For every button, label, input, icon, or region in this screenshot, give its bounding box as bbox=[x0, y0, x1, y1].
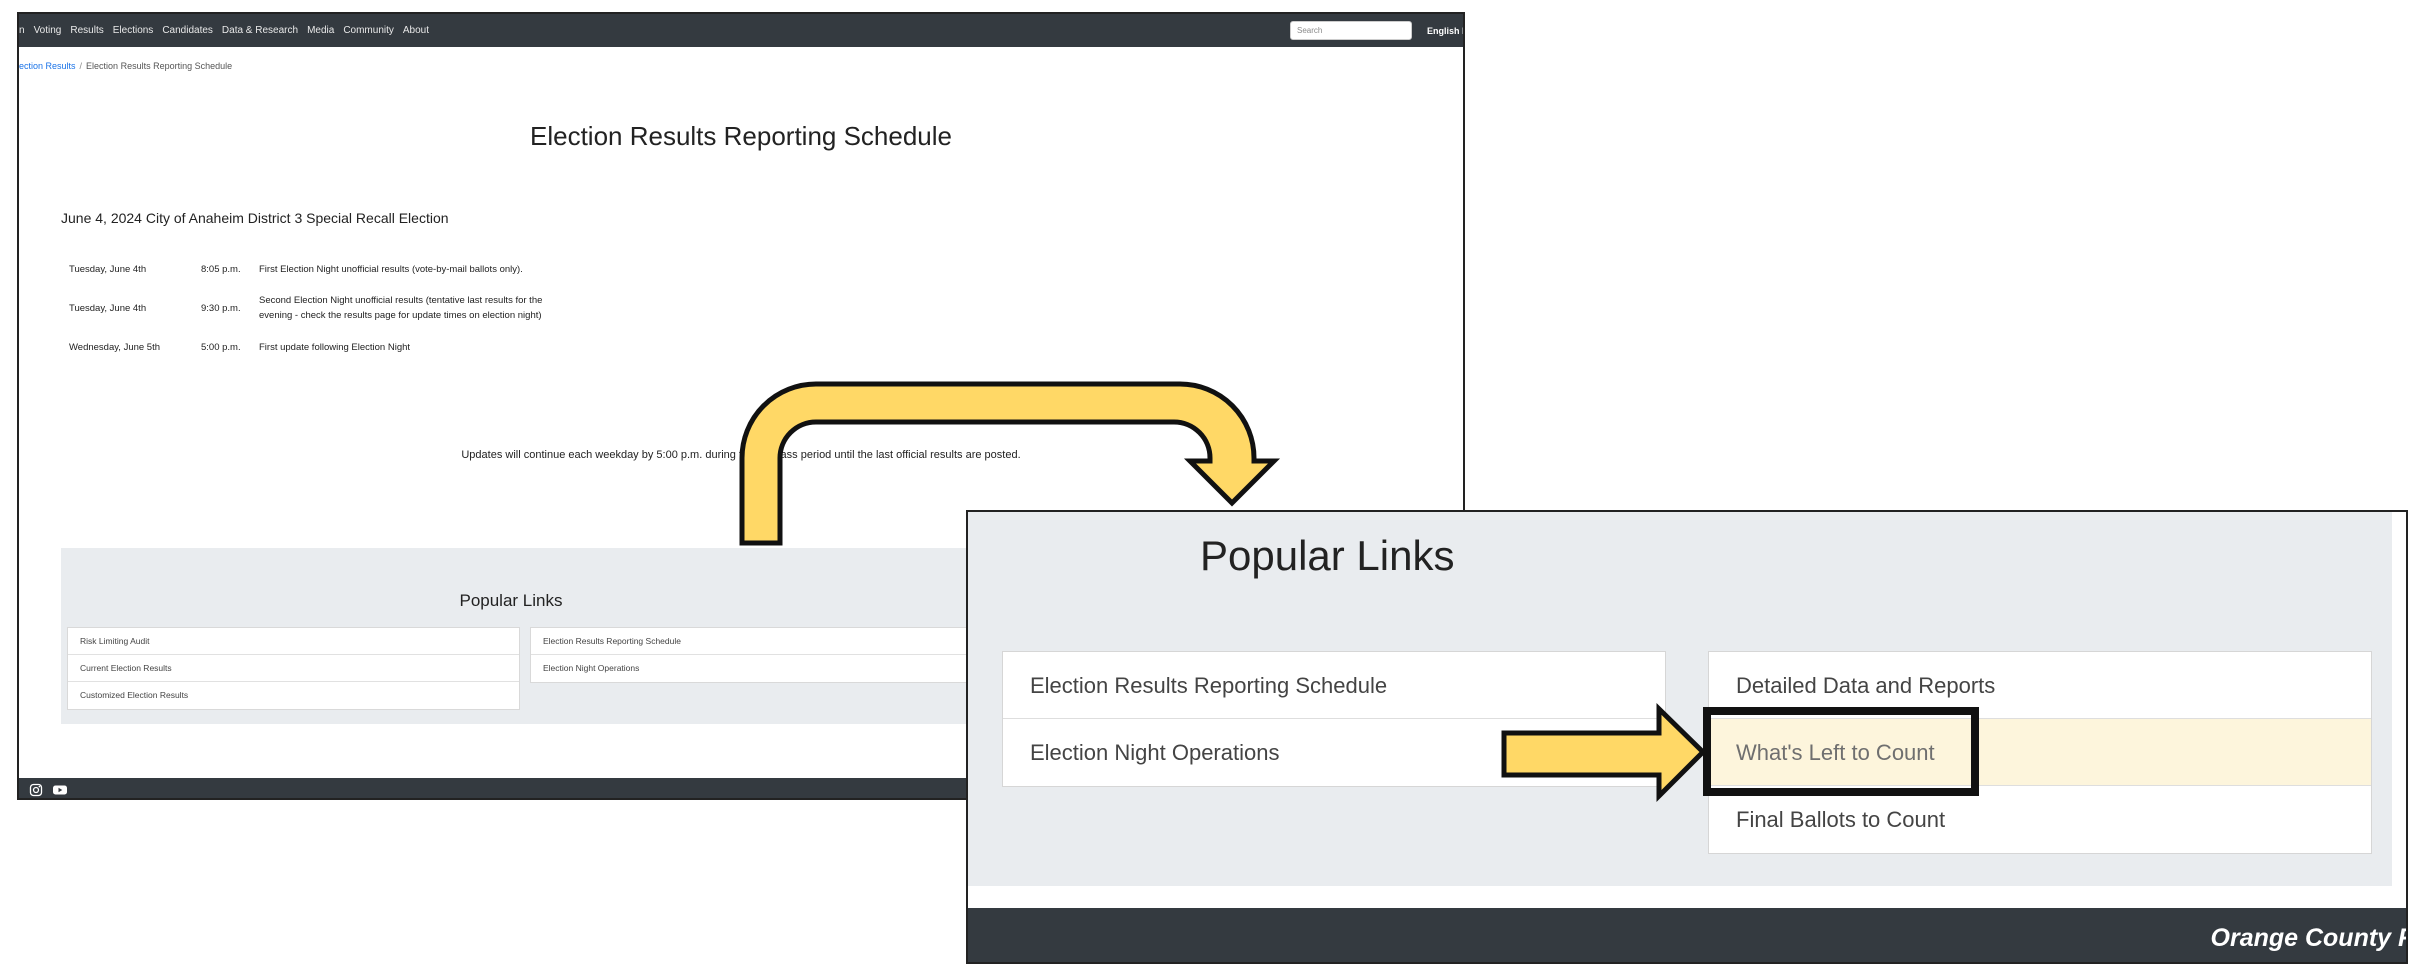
schedule-day: Tuesday, June 4th bbox=[69, 264, 147, 275]
breadcrumb-current: Election Results Reporting Schedule bbox=[86, 61, 233, 71]
youtube-icon[interactable] bbox=[52, 783, 68, 797]
breadcrumb-separator: / bbox=[79, 61, 83, 71]
popular-links-title: Popular Links bbox=[459, 591, 563, 610]
updates-note: Updates will continue each weekday by 5:… bbox=[461, 449, 1021, 461]
schedule-day: Tuesday, June 4th bbox=[69, 303, 147, 314]
schedule-time: 9:30 p.m. bbox=[201, 303, 241, 314]
page-title: Election Results Reporting Schedule bbox=[529, 121, 953, 151]
footer-brand-text: Orange County Re bbox=[2210, 924, 2406, 952]
zoom-links-column-1: Election Results Reporting Schedule Elec… bbox=[1002, 651, 1666, 787]
popular-links-column-1: Risk Limiting Audit Current Election Res… bbox=[67, 627, 520, 710]
zoomed-callout: Popular Links Election Results Reporting… bbox=[966, 510, 2408, 964]
schedule-description: First update following Election Night bbox=[259, 342, 411, 353]
link-customized-election-results[interactable]: Customized Election Results bbox=[68, 682, 519, 709]
search-input[interactable] bbox=[1290, 21, 1412, 40]
zoom-link-election-results-reporting-schedule[interactable]: Election Results Reporting Schedule bbox=[1003, 652, 1665, 719]
nav-item-about[interactable]: About bbox=[403, 25, 429, 36]
breadcrumb: ection Results / Election Results Reportin… bbox=[19, 61, 232, 71]
zoom-footer: Orange County Re bbox=[968, 908, 2406, 962]
schedule-time: 5:00 p.m. bbox=[201, 342, 241, 353]
zoom-link-final-ballots-to-count[interactable]: Final Ballots to Count bbox=[1709, 786, 2371, 853]
link-risk-limiting-audit[interactable]: Risk Limiting Audit bbox=[68, 628, 519, 655]
nav-links: n Voting Results Elections Candidates Da… bbox=[19, 14, 429, 47]
nav-item-elections[interactable]: Elections bbox=[113, 25, 154, 36]
nav-item-partial[interactable]: n bbox=[19, 25, 25, 36]
zoom-page-body bbox=[968, 886, 2406, 908]
schedule-description: First Election Night unofficial results … bbox=[259, 264, 523, 275]
nav-item-media[interactable]: Media bbox=[307, 25, 334, 36]
top-navigation-bar: n Voting Results Elections Candidates Da… bbox=[19, 14, 1463, 47]
zoom-popular-links-title: Popular Links bbox=[1200, 532, 1455, 579]
link-current-election-results[interactable]: Current Election Results bbox=[68, 655, 519, 682]
nav-item-results[interactable]: Results bbox=[70, 25, 103, 36]
nav-item-voting[interactable]: Voting bbox=[34, 25, 62, 36]
schedule-time: 8:05 p.m. bbox=[201, 264, 241, 275]
breadcrumb-link-election-results[interactable]: ection Results bbox=[19, 61, 76, 71]
zoom-link-election-night-operations[interactable]: Election Night Operations bbox=[1003, 719, 1665, 786]
election-name: June 4, 2024 City of Anaheim District 3 … bbox=[61, 210, 449, 226]
link-election-night-operations[interactable]: Election Night Operations bbox=[531, 655, 982, 682]
nav-item-candidates[interactable]: Candidates bbox=[162, 25, 213, 36]
language-selector[interactable]: English E bbox=[1427, 26, 1463, 36]
nav-item-data-research[interactable]: Data & Research bbox=[222, 25, 298, 36]
schedule-day: Wednesday, June 5th bbox=[69, 342, 161, 353]
highlight-box bbox=[1703, 707, 1979, 796]
instagram-icon[interactable] bbox=[29, 783, 43, 797]
nav-item-community[interactable]: Community bbox=[343, 25, 394, 36]
link-election-results-reporting-schedule[interactable]: Election Results Reporting Schedule bbox=[531, 628, 982, 655]
popular-links-column-2: Election Results Reporting Schedule Elec… bbox=[530, 627, 983, 683]
schedule-description: Second Election Night unofficial results… bbox=[259, 295, 543, 321]
